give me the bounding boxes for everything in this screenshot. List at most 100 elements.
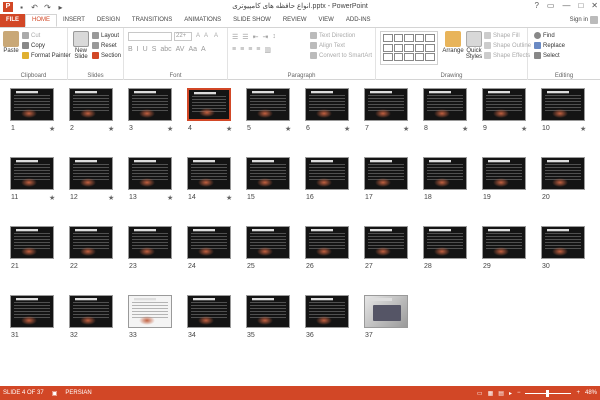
slide-thumbnail[interactable] xyxy=(187,88,231,121)
align-center-icon[interactable]: ≡ xyxy=(240,46,244,54)
text-direction-button[interactable]: Text Direction xyxy=(310,32,355,39)
slide-thumbnail[interactable] xyxy=(423,226,467,259)
slide-thumbnail[interactable] xyxy=(541,88,585,121)
slide-thumbnail[interactable] xyxy=(246,295,290,328)
numbering-icon[interactable]: ☰ xyxy=(242,33,248,41)
slide-thumbnail[interactable] xyxy=(423,157,467,190)
slide-thumbnail[interactable] xyxy=(482,88,526,121)
convert-smartart-button[interactable]: Convert to SmartArt xyxy=(310,52,372,59)
close-button[interactable]: ✕ xyxy=(591,1,598,10)
slide-thumbnail[interactable] xyxy=(246,157,290,190)
shape-fill-button[interactable]: Shape Fill xyxy=(484,32,520,39)
slide-thumbnail[interactable] xyxy=(541,157,585,190)
slide-thumbnail[interactable] xyxy=(69,226,113,259)
zoom-in-button[interactable]: + xyxy=(576,390,580,396)
tab-add-ins[interactable]: ADD-INS xyxy=(340,14,377,27)
shape-outline-button[interactable]: Shape Outline xyxy=(484,42,531,49)
font-color-button[interactable]: A xyxy=(201,46,206,53)
animation-star-icon[interactable]: ★ xyxy=(167,194,173,202)
slide-thumbnail[interactable] xyxy=(482,226,526,259)
slide-thumbnail[interactable] xyxy=(482,157,526,190)
slide-thumbnail[interactable] xyxy=(246,226,290,259)
slide-thumbnail[interactable] xyxy=(364,226,408,259)
decrease-indent-icon[interactable]: ⇤ xyxy=(253,33,259,41)
slide-thumbnail[interactable] xyxy=(187,295,231,328)
slideshow-view-icon[interactable]: ▸ xyxy=(509,390,512,397)
underline-button[interactable]: U xyxy=(143,46,148,53)
arrange-button[interactable]: Arrange xyxy=(442,31,464,54)
slide-thumbnail[interactable] xyxy=(246,88,290,121)
line-spacing-icon[interactable]: ↕ xyxy=(272,33,276,41)
tab-file[interactable]: FILE xyxy=(0,14,25,27)
slide-thumbnail[interactable] xyxy=(128,295,172,328)
cut-button[interactable]: Cut xyxy=(22,32,40,39)
undo-icon[interactable]: ↶ xyxy=(30,3,39,12)
spellcheck-icon[interactable]: ▣ xyxy=(52,390,58,397)
slide-thumbnail[interactable] xyxy=(69,157,113,190)
slide-thumbnail[interactable] xyxy=(305,226,349,259)
animation-star-icon[interactable]: ★ xyxy=(344,125,350,133)
layout-button[interactable]: Layout xyxy=(92,32,119,39)
maximize-button[interactable]: □ xyxy=(578,1,583,10)
tab-home[interactable]: HOME xyxy=(25,14,57,27)
slide-sorter-view-icon[interactable]: ▦ xyxy=(488,390,494,397)
sign-in-link[interactable]: Sign in xyxy=(570,17,588,23)
shrink-font-button[interactable]: A xyxy=(204,33,208,39)
slide-thumbnail[interactable] xyxy=(305,157,349,190)
quick-styles-button[interactable]: Quick Styles xyxy=(464,31,484,60)
paste-button[interactable]: Paste xyxy=(2,31,20,54)
slide-thumbnail[interactable] xyxy=(423,88,467,121)
tab-transitions[interactable]: TRANSITIONS xyxy=(126,14,178,27)
align-left-icon[interactable]: ≡ xyxy=(232,46,236,54)
slide-thumbnail[interactable] xyxy=(187,157,231,190)
columns-icon[interactable]: ▥ xyxy=(264,46,271,54)
slide-thumbnail[interactable] xyxy=(10,295,54,328)
strikethrough-button[interactable]: S xyxy=(152,46,157,53)
reading-view-icon[interactable]: ▤ xyxy=(498,390,504,397)
shadow-button[interactable]: abc xyxy=(160,46,171,53)
animation-star-icon[interactable]: ★ xyxy=(108,194,114,202)
slide-thumbnail[interactable] xyxy=(128,157,172,190)
bullets-icon[interactable]: ☰ xyxy=(232,33,238,41)
select-button[interactable]: Select xyxy=(534,52,560,59)
animation-star-icon[interactable]: ★ xyxy=(108,125,114,133)
font-size-combo[interactable]: 22+ xyxy=(174,32,192,41)
italic-button[interactable]: I xyxy=(137,46,139,53)
change-case-button[interactable]: Aa xyxy=(188,46,197,53)
tab-review[interactable]: REVIEW xyxy=(277,14,313,27)
minimize-button[interactable]: — xyxy=(562,1,570,10)
align-right-icon[interactable]: ≡ xyxy=(248,46,252,54)
align-text-button[interactable]: Align Text xyxy=(310,42,345,49)
format-painter-button[interactable]: Format Painter xyxy=(22,52,71,59)
zoom-level[interactable]: 48% xyxy=(585,390,597,396)
animation-star-icon[interactable]: ★ xyxy=(580,125,586,133)
replace-button[interactable]: Replace xyxy=(534,42,565,49)
animation-star-icon[interactable]: ★ xyxy=(226,194,232,202)
animation-star-icon[interactable]: ★ xyxy=(285,125,291,133)
slide-thumbnail[interactable] xyxy=(69,88,113,121)
slide-thumbnail[interactable] xyxy=(305,295,349,328)
zoom-slider-thumb[interactable] xyxy=(546,389,550,397)
save-icon[interactable]: ▪ xyxy=(17,3,26,12)
animation-star-icon[interactable]: ★ xyxy=(403,125,409,133)
slide-thumbnail[interactable] xyxy=(10,226,54,259)
slide-thumbnail[interactable] xyxy=(187,226,231,259)
tab-design[interactable]: DESIGN xyxy=(91,14,126,27)
copy-button[interactable]: Copy xyxy=(22,42,45,49)
section-button[interactable]: Section xyxy=(92,52,121,59)
slide-thumbnail[interactable] xyxy=(364,88,408,121)
tab-slide-show[interactable]: SLIDE SHOW xyxy=(227,14,277,27)
tab-insert[interactable]: INSERT xyxy=(57,14,91,27)
start-slideshow-icon[interactable]: ▸ xyxy=(56,3,65,12)
char-spacing-button[interactable]: AV xyxy=(176,46,185,53)
redo-icon[interactable]: ↷ xyxy=(43,3,52,12)
animation-star-icon[interactable]: ★ xyxy=(521,125,527,133)
shapes-gallery[interactable] xyxy=(380,31,438,65)
zoom-out-button[interactable]: − xyxy=(517,390,521,396)
reset-button[interactable]: Reset xyxy=(92,42,117,49)
animation-star-icon[interactable]: ★ xyxy=(462,125,468,133)
zoom-slider[interactable] xyxy=(525,389,572,397)
normal-view-icon[interactable]: ▭ xyxy=(477,390,483,397)
slide-thumbnail[interactable] xyxy=(128,88,172,121)
slide-thumbnail[interactable] xyxy=(69,295,113,328)
